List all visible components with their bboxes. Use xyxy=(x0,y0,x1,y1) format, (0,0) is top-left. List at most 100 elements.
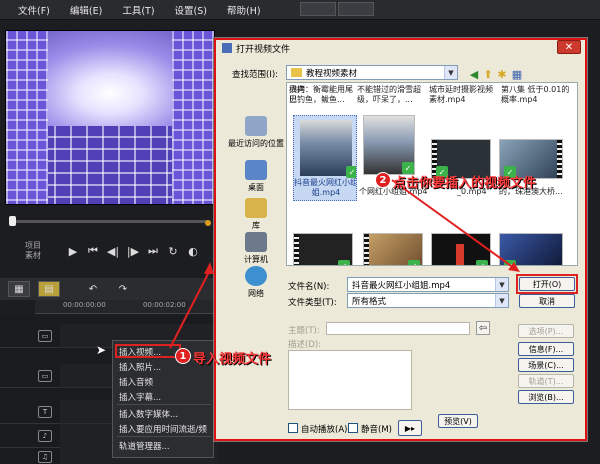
options-button[interactable]: 选项(P)... xyxy=(518,324,574,338)
file-label[interactable]: 不能错过的滑雪超级，吓呆了，... xyxy=(357,85,423,105)
video-thumbnail[interactable]: ✓ xyxy=(293,233,353,265)
play-icon[interactable]: ▶ xyxy=(65,243,81,259)
mode-labels: 项目 素材 xyxy=(25,241,61,261)
info-button[interactable]: 信息(F)... xyxy=(518,342,574,356)
close-icon[interactable]: ✕ xyxy=(557,40,581,54)
previous-frame-icon[interactable]: ◀| xyxy=(105,243,121,259)
film-strip xyxy=(557,140,562,178)
filename-label: 文件名(N): xyxy=(288,282,330,292)
place-label: 计算机 xyxy=(244,255,268,264)
timeline-view-icon[interactable]: ▤ xyxy=(38,281,60,297)
trim-marker-out[interactable] xyxy=(205,220,211,226)
workspace-tab-edit[interactable] xyxy=(338,2,374,16)
menu-insert-digital-media[interactable]: 插入数字媒体... xyxy=(119,408,178,420)
video-thumbnail[interactable]: ✓ xyxy=(363,233,423,265)
video-track-icon[interactable]: ▭ xyxy=(38,330,52,342)
home-icon[interactable]: ⏮ xyxy=(85,243,101,259)
file-item-selected[interactable]: ✓ 抖音最火网红小组姐.mp4 xyxy=(293,115,357,201)
file-label[interactable]: 第八集 低于0.01的概率.mp4 xyxy=(501,85,571,105)
workspace-tab-capture[interactable] xyxy=(300,2,336,16)
play-icon[interactable]: ▶▸ xyxy=(398,420,422,436)
menu-insert-subtitle[interactable]: 插入字幕... xyxy=(119,391,161,403)
file-label[interactable]: 城市延时摄影视频素材.mp4 xyxy=(429,85,495,105)
video-thumbnail xyxy=(300,120,352,176)
video-thumbnail[interactable]: ✓ xyxy=(499,233,563,265)
menu-file[interactable]: 文件(F) xyxy=(0,3,60,17)
description-input[interactable] xyxy=(288,350,412,410)
up-folder-icon[interactable]: ⬆ xyxy=(481,67,495,81)
menu-edit[interactable]: 编辑(E) xyxy=(60,3,112,17)
browse-button[interactable]: 浏览(B)... xyxy=(518,390,574,404)
autoplay-checkbox[interactable] xyxy=(288,423,298,433)
preview-wall-left xyxy=(6,31,48,204)
checkmark-icon: ✓ xyxy=(504,260,516,265)
mute-label: 静音(M) xyxy=(361,425,392,435)
step2-badge: 2 xyxy=(375,172,391,188)
place-library[interactable]: 库 xyxy=(224,198,288,231)
storyboard-view-icon[interactable]: ▦ xyxy=(8,281,30,297)
places-bar: 最近访问的位置 桌面 库 计算机 网络 xyxy=(224,116,288,298)
menu-settings[interactable]: 设置(S) xyxy=(165,3,217,17)
repeat-icon[interactable]: ↻ xyxy=(165,243,181,259)
scene-button[interactable]: 场景(C)... xyxy=(518,358,574,372)
menu-tools[interactable]: 工具(T) xyxy=(112,3,164,17)
timeline-ruler[interactable]: 00:00:00:00 00:00:02:00 xyxy=(35,300,218,314)
title-track-icon[interactable]: T xyxy=(38,406,52,418)
new-folder-icon[interactable]: ✱ xyxy=(495,67,509,81)
scrubber-handle[interactable] xyxy=(9,216,16,226)
video-thumbnail[interactable]: ✓ xyxy=(363,115,415,175)
menu-track-manager[interactable]: 轨道管理器... xyxy=(119,440,170,452)
place-network[interactable]: 网络 xyxy=(224,266,288,299)
preview-button[interactable]: 预览(V) xyxy=(438,414,478,428)
place-recent[interactable]: 最近访问的位置 xyxy=(224,116,288,149)
menu-insert-time-lapse[interactable]: 插入要应用时间流逝/频 xyxy=(119,423,207,435)
scrubber[interactable] xyxy=(5,212,215,236)
autoplay-label: 自动播放(A) xyxy=(301,425,348,435)
chevron-down-icon: ▼ xyxy=(444,66,457,79)
look-in-select[interactable]: 教程视频素材 ▼ xyxy=(286,65,458,80)
playback-controls: 项目 素材 ▶ ⏮ ◀| |▶ ⏭ ↻ ◐ xyxy=(5,238,215,264)
back-icon[interactable]: ◀ xyxy=(467,67,481,81)
track-header-title: T xyxy=(0,400,60,424)
preview-wall-right xyxy=(172,31,214,204)
checkmark-icon: ✓ xyxy=(476,260,488,265)
video-thumbnail[interactable]: ✓ xyxy=(431,233,491,265)
subject-label: 主题(T): xyxy=(288,326,320,336)
network-icon xyxy=(245,266,267,286)
menu-help[interactable]: 帮助(H) xyxy=(217,3,271,17)
menu-insert-photo[interactable]: 插入照片... xyxy=(119,361,161,373)
recent-places-icon xyxy=(245,116,267,136)
chevron-down-icon: ▼ xyxy=(495,278,508,291)
project-mode-label[interactable]: 项目 xyxy=(25,241,61,251)
music-track-icon[interactable]: ♫ xyxy=(38,451,52,463)
file-label[interactable]: 抖音最火网红小组姐.mp4 xyxy=(294,178,356,198)
redo-icon[interactable]: ↷ xyxy=(112,281,134,297)
description-label: 描述(D): xyxy=(288,340,322,350)
undo-icon[interactable]: ↶ xyxy=(82,281,104,297)
checkmark-icon: ✓ xyxy=(408,260,420,265)
mute-checkbox[interactable] xyxy=(348,423,358,433)
volume-icon[interactable]: ◐ xyxy=(185,243,201,259)
cancel-button[interactable]: 取消 xyxy=(519,294,575,308)
next-frame-icon[interactable]: |▶ xyxy=(125,243,141,259)
track-button[interactable]: 轨道(T)... xyxy=(518,374,574,388)
overlay-track-icon[interactable]: ▭ xyxy=(38,370,52,382)
ruler-label-1: 00:00:02:00 xyxy=(143,301,186,309)
filename-input[interactable]: 抖音最火网红小组姐.mp4 ▼ xyxy=(347,277,509,292)
file-label[interactable]: 横向：衡霉能用尾巴钓鱼，鲅鱼... xyxy=(289,85,355,105)
chevron-down-icon: ▼ xyxy=(495,294,508,307)
voice-track-icon[interactable]: ♪ xyxy=(38,430,52,442)
menu-insert-audio[interactable]: 插入音频 xyxy=(119,376,153,388)
track-header-music: ♫ xyxy=(0,446,60,464)
look-in-label: 查找范围(I): xyxy=(232,70,279,80)
view-menu-icon[interactable]: ▦ xyxy=(510,67,524,81)
menu-insert-video[interactable]: 插入视频... xyxy=(119,346,161,358)
clip-mode-label[interactable]: 素材 xyxy=(25,251,61,261)
timeline-toolbar: ▦ ▤ ↶ ↷ xyxy=(0,278,218,300)
place-desktop[interactable]: 桌面 xyxy=(224,160,288,193)
end-icon[interactable]: ⏭ xyxy=(145,243,161,259)
place-computer[interactable]: 计算机 xyxy=(224,232,288,265)
subject-input[interactable] xyxy=(326,322,470,335)
arrow-left-icon[interactable]: ⇦ xyxy=(476,321,490,335)
filetype-select[interactable]: 所有格式 ▼ xyxy=(347,293,509,308)
